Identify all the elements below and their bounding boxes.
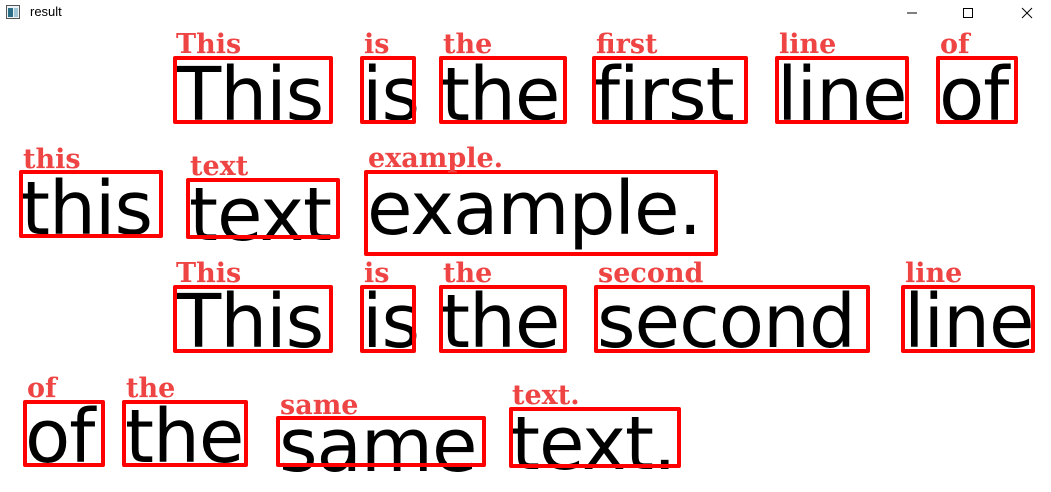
word-bounding-box	[901, 285, 1035, 353]
word-label: of	[940, 29, 970, 60]
word-label: This	[176, 29, 242, 60]
maximize-button[interactable]	[945, 0, 991, 26]
app-icon	[6, 5, 20, 19]
word-label: is	[364, 258, 390, 289]
word-label: of	[27, 373, 57, 404]
word-label: same	[280, 390, 359, 421]
word-bounding-box	[439, 285, 567, 353]
window-title: result	[30, 4, 62, 19]
word-label: first	[596, 29, 658, 60]
minimize-icon	[907, 12, 917, 14]
word-label: text	[190, 151, 249, 182]
word-label: second	[598, 258, 704, 289]
word-bounding-box	[276, 416, 486, 467]
word-bounding-box	[23, 400, 105, 467]
word-label: is	[364, 29, 390, 60]
word-label: the	[126, 373, 176, 404]
minimize-button[interactable]	[889, 0, 935, 26]
word-label: This	[176, 258, 242, 289]
word-label: the	[443, 258, 493, 289]
word-bounding-box	[775, 56, 909, 124]
word-label: this	[23, 144, 81, 175]
maximize-icon	[963, 8, 973, 18]
word-bounding-box	[122, 400, 248, 467]
word-bounding-box	[364, 170, 718, 256]
result-image: This This is is the the first first line…	[0, 26, 1051, 492]
word-bounding-box	[439, 56, 567, 124]
word-bounding-box	[509, 407, 681, 468]
close-button[interactable]	[1004, 0, 1050, 26]
word-bounding-box	[594, 285, 870, 353]
close-icon	[1021, 7, 1033, 19]
word-bounding-box	[173, 285, 333, 353]
word-label: text.	[512, 380, 580, 411]
word-bounding-box	[186, 178, 340, 239]
word-bounding-box	[173, 56, 333, 124]
word-bounding-box	[360, 56, 416, 124]
word-label: example.	[368, 143, 504, 174]
word-bounding-box	[936, 56, 1018, 124]
title-bar[interactable]: result	[0, 0, 1051, 27]
word-bounding-box	[592, 56, 748, 124]
word-label: the	[443, 29, 493, 60]
word-label: line	[779, 29, 837, 60]
word-bounding-box	[19, 170, 163, 238]
word-label: line	[905, 258, 963, 289]
word-bounding-box	[360, 285, 416, 353]
